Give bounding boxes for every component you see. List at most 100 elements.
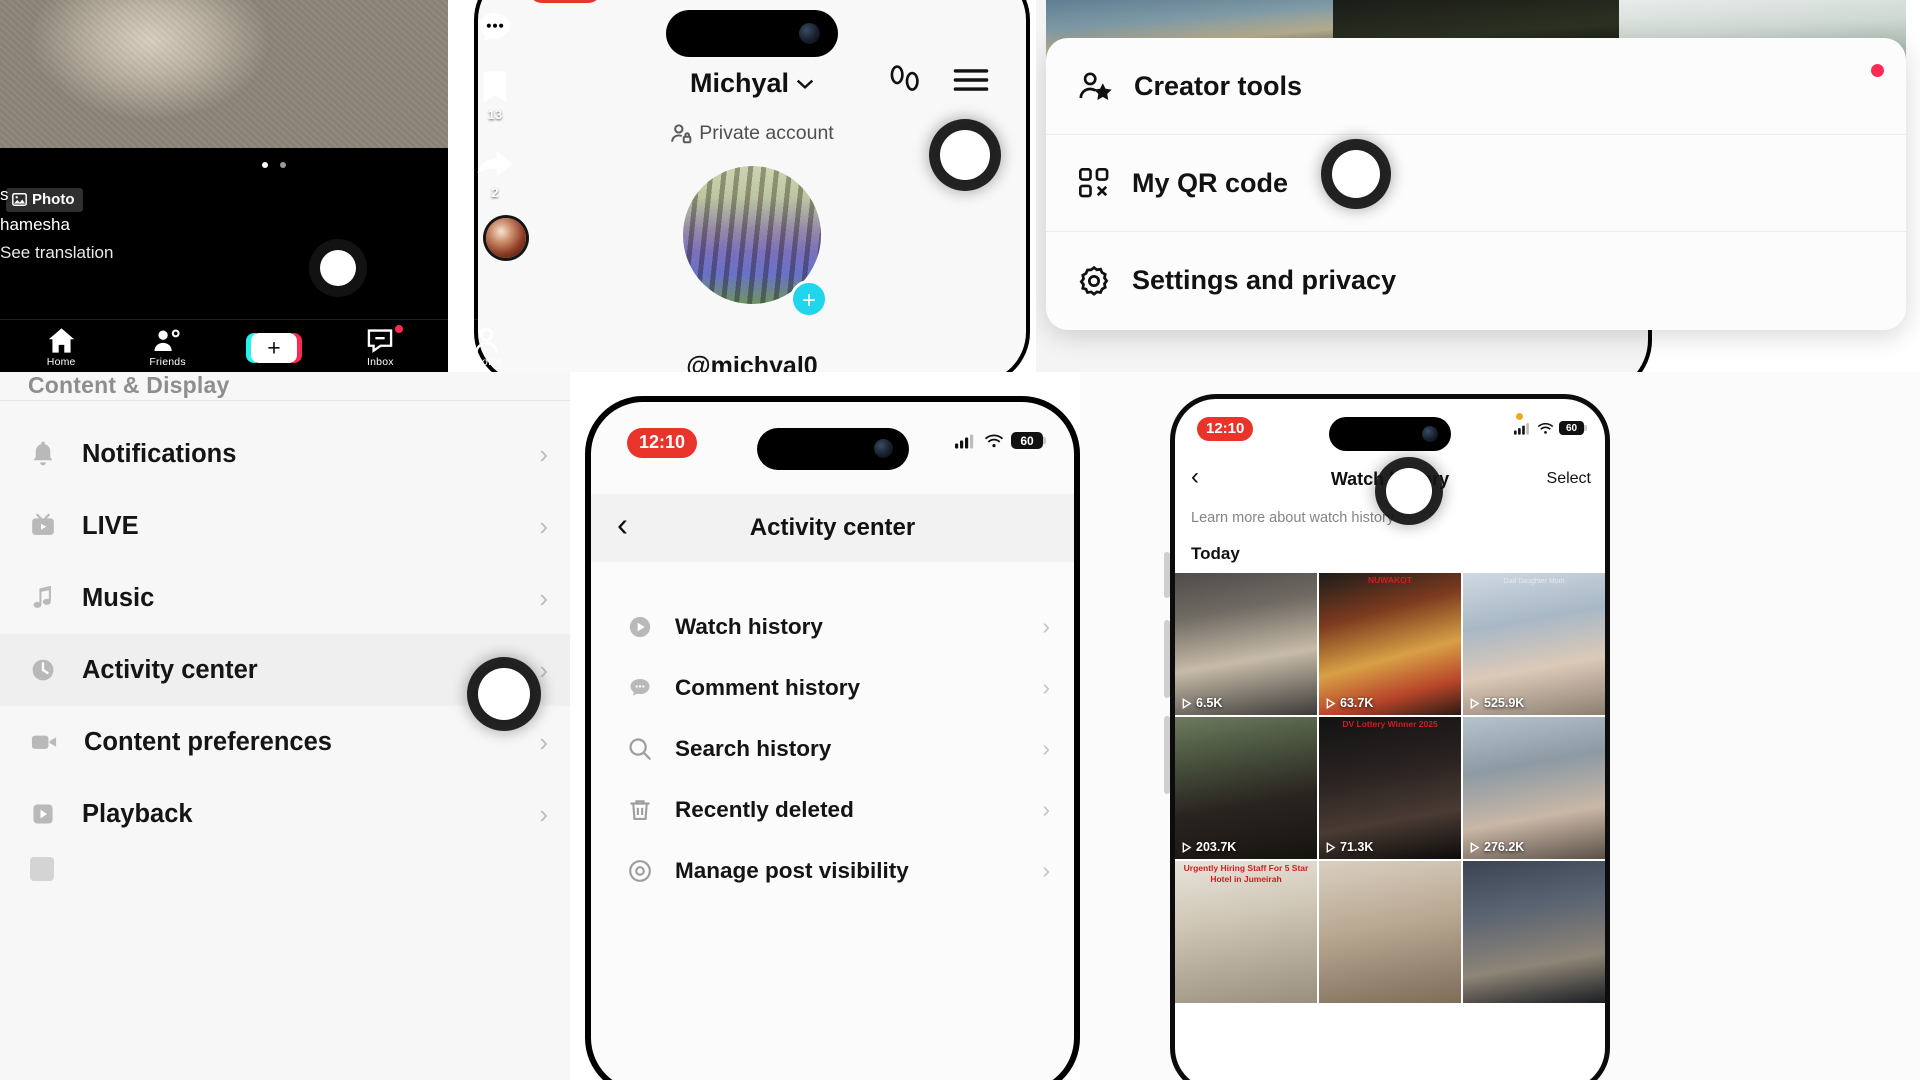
privacy-indicator-dot — [1516, 413, 1523, 420]
menu-item-my-qr-code[interactable]: My QR code — [1046, 135, 1906, 232]
status-clock: 12:10 — [1197, 417, 1254, 441]
video-view-count: 63.7K — [1325, 696, 1373, 710]
video-grid-item[interactable] — [1463, 861, 1605, 1003]
video-grid-item[interactable]: 203.7K — [1175, 717, 1317, 859]
video-grid-item[interactable]: Dad Daughter Mom 525.9K — [1463, 573, 1605, 715]
cursor-ring-feed — [320, 250, 356, 286]
view-count-value: 71.3K — [1340, 840, 1374, 854]
activity-item-manage-post-visibility[interactable]: Manage post visibility › — [591, 840, 1074, 901]
video-view-count: 203.7K — [1181, 840, 1236, 854]
settings-item-music[interactable]: Music › — [0, 562, 570, 634]
settings-item-notifications[interactable]: Notifications › — [0, 418, 570, 490]
status-clock: 12:09 — [527, 0, 604, 3]
view-count-value: 63.7K — [1340, 696, 1374, 710]
music-disc-avatar[interactable] — [486, 218, 526, 258]
battery-indicator: 60 — [1559, 421, 1587, 435]
hamburger-menu-icon[interactable] — [952, 67, 990, 93]
create-plus-icon: + — [245, 332, 302, 363]
sidebar-item-profile[interactable]: Profile — [450, 327, 524, 368]
activity-item-watch-history[interactable]: Watch history › — [591, 596, 1074, 657]
screenshot-collage: 13 2 Photo s hamesha See translation Hom… — [0, 0, 1920, 1080]
battery-indicator: 60 — [1011, 432, 1046, 449]
photo-carousel-dots — [0, 155, 548, 173]
video-grid-item[interactable]: DV Lottery Winner 2025 71.3K — [1319, 717, 1461, 859]
battery-percent: 60 — [1020, 433, 1034, 448]
add-avatar-button[interactable]: + — [790, 280, 828, 318]
carousel-dot-active[interactable] — [262, 162, 268, 168]
settings-item-live[interactable]: LIVE › — [0, 490, 570, 562]
play-icon — [1182, 697, 1192, 709]
profile-icon — [475, 327, 499, 353]
home-icon — [48, 328, 74, 353]
menu-item-label: Settings and privacy — [1132, 265, 1397, 295]
sidebar-item-home[interactable]: Home — [24, 327, 98, 368]
trash-icon — [630, 799, 650, 820]
tiktok-menu-panel: 60 — [1036, 0, 1920, 372]
sidebar-item-inbox[interactable]: Inbox — [343, 325, 417, 368]
video-view-count: 71.3K — [1325, 840, 1373, 854]
view-count-value: 525.9K — [1484, 696, 1525, 710]
share-count: 2 — [491, 185, 499, 200]
video-grid-item[interactable]: NUWAKOT 63.7K — [1319, 573, 1461, 715]
wifi-icon — [984, 433, 1004, 447]
video-grid-item[interactable]: 6.5K — [1175, 573, 1317, 715]
create-button[interactable]: + — [237, 332, 311, 363]
play-icon — [1182, 841, 1192, 853]
select-button[interactable]: Select — [1547, 470, 1591, 488]
dynamic-island — [1329, 417, 1451, 451]
status-right-cluster-watch: 60 — [1514, 421, 1587, 435]
photo-badge-label: Photo — [32, 191, 75, 208]
settings-item-playback[interactable]: Playback › — [0, 778, 570, 850]
bookmark-button[interactable]: 13 — [460, 68, 530, 124]
cellular-signal-icon — [1514, 422, 1529, 435]
footprints-icon[interactable] — [888, 64, 922, 96]
bookmark-count: 13 — [487, 107, 503, 122]
activity-item-recently-deleted[interactable]: Recently deleted › — [591, 779, 1074, 840]
activity-item-search-history[interactable]: Search history › — [591, 718, 1074, 779]
playback-icon — [33, 804, 53, 824]
see-translation-link[interactable]: See translation — [0, 243, 113, 263]
menu-item-creator-tools[interactable]: Creator tools — [1046, 38, 1906, 135]
friends-icon — [154, 329, 180, 352]
chevron-right-icon: › — [539, 438, 548, 469]
cursor-ring-menu — [1332, 150, 1380, 198]
chevron-right-icon: › — [1042, 857, 1050, 883]
comment-button[interactable] — [460, 8, 530, 48]
private-account-label: Private account — [699, 122, 834, 144]
chevron-right-icon: › — [539, 510, 548, 541]
back-button[interactable]: ‹ — [617, 508, 628, 541]
settings-item-content-preferences[interactable]: Content preferences › — [0, 706, 570, 778]
profile-handle: @michyal0 — [686, 352, 818, 372]
bell-icon — [33, 441, 53, 466]
video-overlay-text — [1175, 573, 1317, 591]
carousel-dot[interactable] — [280, 162, 286, 168]
dynamic-island — [756, 428, 909, 470]
activity-item-label: Search history — [675, 735, 832, 761]
photo-badge: Photo — [6, 188, 83, 212]
play-circle-icon — [629, 616, 651, 637]
video-grid-item[interactable] — [1319, 861, 1461, 1003]
wifi-icon — [1537, 422, 1554, 434]
chevron-right-icon: › — [539, 654, 548, 685]
sidebar-item-friends[interactable]: Friends — [131, 327, 205, 368]
private-person-icon — [671, 123, 692, 143]
back-button[interactable]: ‹ — [1191, 465, 1199, 489]
settings-item-label: Content preferences — [84, 727, 332, 756]
caption-line-1: s — [0, 185, 9, 204]
video-grid-item[interactable]: Urgently Hiring Staff For 5 Star Hotel i… — [1175, 861, 1317, 1003]
video-grid-item[interactable]: 276.2K — [1463, 717, 1605, 859]
settings-item-label: Music — [82, 583, 155, 612]
eye-icon — [629, 859, 651, 882]
watch-history-grid: 6.5K NUWAKOT 63.7K Dad Daughter Mom 525.… — [1175, 573, 1605, 1080]
activity-item-comment-history[interactable]: Comment history › — [591, 657, 1074, 718]
tab-label-friends: Friends — [149, 356, 186, 368]
tab-label-inbox: Inbox — [367, 356, 394, 368]
play-icon — [1470, 841, 1480, 853]
settings-section-header: Content & Display — [28, 372, 230, 398]
activity-navbar: ‹ Activity center — [591, 494, 1074, 562]
clock-icon — [32, 659, 54, 681]
cursor-ring-watch-history — [1386, 468, 1432, 514]
learn-more-link[interactable]: Learn more about watch history — [1175, 501, 1605, 535]
tiktok-profile-panel: 12:09 60 — [448, 0, 1050, 372]
menu-item-settings-and-privacy[interactable]: Settings and privacy — [1046, 232, 1906, 329]
